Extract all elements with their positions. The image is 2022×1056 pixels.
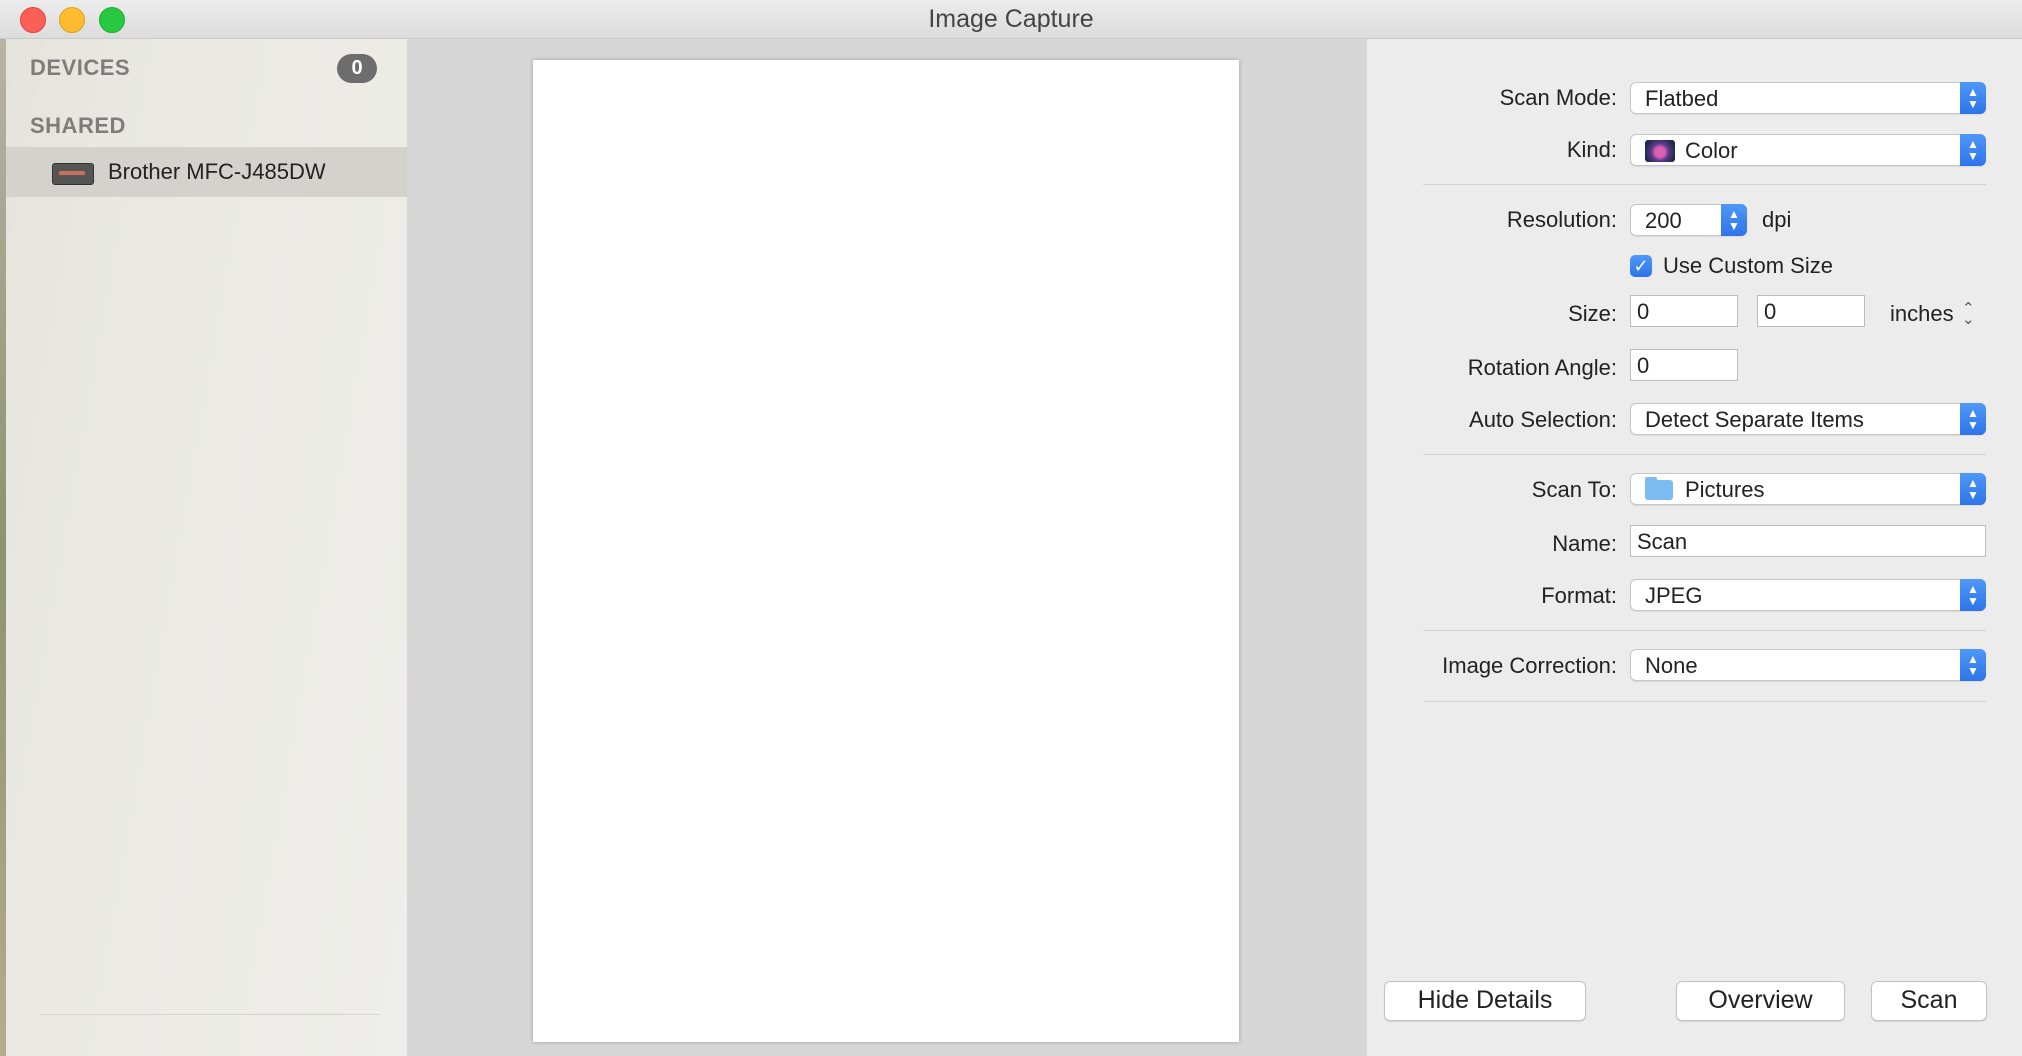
popup-arrows-icon: ▲ ▼ bbox=[1960, 473, 1986, 505]
kind-popup[interactable]: Color ▲ ▼ bbox=[1630, 134, 1986, 166]
kind-label: Kind: bbox=[1566, 137, 1617, 162]
hide-details-button[interactable]: Hide Details bbox=[1384, 981, 1586, 1021]
kind-value: Color bbox=[1685, 138, 1738, 163]
devices-count-badge: 0 bbox=[337, 54, 377, 83]
scan-preview-area[interactable] bbox=[407, 39, 1367, 1056]
popup-arrows-icon: ▲ ▼ bbox=[1960, 649, 1986, 681]
image-correction-popup[interactable]: None ▲ ▼ bbox=[1630, 649, 1986, 681]
popup-arrows-icon: ▲ ▼ bbox=[1960, 82, 1986, 114]
format-label: Format: bbox=[1541, 583, 1617, 608]
resolution-combo[interactable]: 200 ▲ ▼ bbox=[1630, 204, 1747, 236]
auto-selection-label: Auto Selection: bbox=[1469, 407, 1617, 432]
rotation-angle-field[interactable]: 0 bbox=[1630, 349, 1738, 381]
window-title: Image Capture bbox=[928, 5, 1094, 33]
title-bar: Image Capture bbox=[0, 0, 2022, 39]
image-correction-label: Image Correction: bbox=[1442, 653, 1617, 678]
scan-mode-popup[interactable]: Flatbed ▲ ▼ bbox=[1630, 82, 1986, 114]
scan-mode-value: Flatbed bbox=[1645, 86, 1719, 111]
size-label: Size: bbox=[1568, 301, 1617, 326]
scan-to-label: Scan To: bbox=[1531, 477, 1617, 502]
scan-button[interactable]: Scan bbox=[1871, 981, 1987, 1021]
popup-arrows-icon: ▲ ▼ bbox=[1960, 579, 1986, 611]
sidebar-divider bbox=[40, 1014, 380, 1015]
scan-to-value: Pictures bbox=[1685, 477, 1765, 502]
size-height-field[interactable]: 0 bbox=[1757, 295, 1865, 327]
auto-selection-popup[interactable]: Detect Separate Items ▲ ▼ bbox=[1630, 403, 1986, 435]
format-value: JPEG bbox=[1645, 583, 1703, 608]
separator bbox=[1423, 630, 1986, 631]
resolution-value: 200 bbox=[1645, 208, 1682, 233]
folder-icon bbox=[1645, 477, 1673, 500]
preview-page[interactable] bbox=[533, 60, 1239, 1042]
separator bbox=[1423, 701, 1986, 702]
device-label: Brother MFC-J485DW bbox=[108, 159, 326, 184]
format-popup[interactable]: JPEG ▲ ▼ bbox=[1630, 579, 1986, 611]
overview-button[interactable]: Overview bbox=[1676, 981, 1845, 1021]
resolution-unit: dpi bbox=[1762, 207, 1792, 232]
separator bbox=[1423, 454, 1986, 455]
size-unit-popup[interactable]: inches bbox=[1890, 301, 1954, 327]
sidebar: DEVICES 0 SHARED Brother MFC-J485DW bbox=[0, 39, 407, 1056]
size-unit-arrows-icon[interactable]: ⌃ ⌄ bbox=[1962, 301, 1975, 327]
rotation-angle-label: Rotation Angle: bbox=[1467, 355, 1617, 380]
image-correction-value: None bbox=[1645, 653, 1698, 678]
sidebar-item-brother-mfc-j485dw[interactable]: Brother MFC-J485DW bbox=[6, 147, 407, 197]
auto-selection-value: Detect Separate Items bbox=[1645, 407, 1864, 432]
scan-to-popup[interactable]: Pictures ▲ ▼ bbox=[1630, 473, 1986, 505]
use-custom-size-label[interactable]: Use Custom Size bbox=[1663, 253, 1833, 279]
printer-icon bbox=[52, 163, 94, 185]
popup-arrows-icon: ▲ ▼ bbox=[1960, 134, 1986, 166]
resolution-label: Resolution: bbox=[1506, 207, 1617, 232]
size-width-field[interactable]: 0 bbox=[1630, 295, 1738, 327]
name-field[interactable]: Scan bbox=[1630, 525, 1986, 557]
scan-mode-label: Scan Mode: bbox=[1499, 85, 1617, 110]
shared-header[interactable]: SHARED bbox=[30, 113, 126, 139]
name-label: Name: bbox=[1552, 531, 1617, 556]
size-unit-value: inches bbox=[1890, 301, 1954, 326]
devices-header[interactable]: DEVICES bbox=[30, 55, 130, 81]
separator bbox=[1423, 184, 1986, 185]
color-icon bbox=[1645, 140, 1675, 162]
popup-arrows-icon: ▲ ▼ bbox=[1960, 403, 1986, 435]
stepper-arrows-icon[interactable]: ▲ ▼ bbox=[1721, 204, 1747, 236]
use-custom-size-checkbox[interactable]: ✓ bbox=[1630, 255, 1652, 277]
scan-settings-panel: Scan Mode: Flatbed ▲ ▼ Kind: Color ▲ ▼ Res… bbox=[1367, 39, 2022, 1056]
